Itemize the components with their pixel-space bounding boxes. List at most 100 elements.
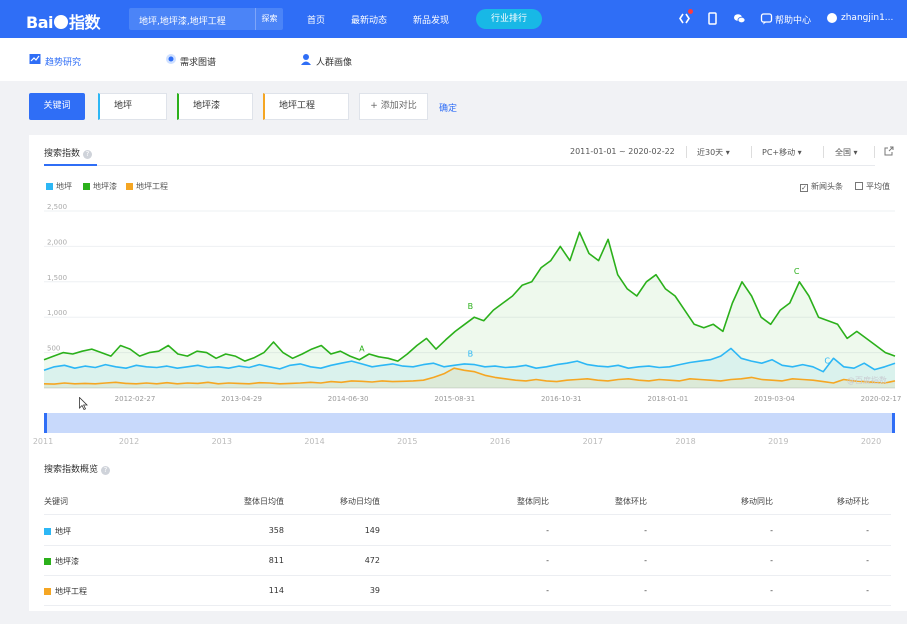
slider-year-label: 2011	[33, 437, 53, 445]
col-mobile-mom: 移动环比	[837, 497, 869, 506]
industry-rank-button[interactable]: 行业排行	[476, 9, 542, 29]
tab-demand-graph[interactable]: 需求图谱	[180, 55, 216, 68]
table-cell: -	[770, 556, 773, 565]
add-compare-button[interactable]: + 添加对比	[359, 93, 428, 120]
top-bar: Bai 指数 地坪,地坪漆,地坪工程 探索 首页 最新动态 新品发现 行业排行 帮…	[0, 0, 907, 38]
demand-graph-icon	[166, 54, 176, 64]
mouse-cursor-icon	[79, 397, 88, 410]
trend-icon	[29, 54, 41, 64]
x-tick-label: 2012-02-27	[115, 395, 156, 403]
mobile-icon[interactable]	[706, 12, 719, 25]
slider-year-label: 2016	[490, 437, 510, 445]
table-cell: -	[866, 526, 869, 535]
col-mobile-yoy: 移动同比	[741, 497, 773, 506]
slider-year-label: 2017	[583, 437, 603, 445]
search-input[interactable]: 地坪,地坪漆,地坪工程	[139, 14, 226, 27]
keyword-box-2[interactable]: 地坪漆	[177, 93, 253, 120]
help-icon[interactable]	[760, 12, 773, 25]
slider-year-label: 2018	[675, 437, 695, 445]
table-cell: 114	[268, 586, 284, 595]
table-cell: -	[770, 526, 773, 535]
slider-year-label: 2012	[119, 437, 139, 445]
table-cell: -	[546, 526, 549, 535]
nav-home[interactable]: 首页	[307, 13, 325, 26]
divider	[44, 545, 891, 546]
x-tick-label: 2015-08-31	[434, 395, 475, 403]
question-icon[interactable]: ?	[101, 466, 111, 475]
confirm-link[interactable]: 确定	[439, 101, 457, 114]
x-tick-label: 2019-03-04	[754, 395, 795, 403]
divider	[44, 514, 891, 515]
table-cell: -	[866, 586, 869, 595]
table-cell: 472	[364, 556, 380, 565]
nav-news[interactable]: 最新动态	[351, 13, 387, 26]
table-row-keyword: 地坪	[44, 526, 71, 537]
keyword-swatch	[44, 588, 51, 595]
tab-trend-research[interactable]: 趋势研究	[45, 55, 81, 68]
slider-year-label: 2014	[304, 437, 324, 445]
table-cell: -	[546, 556, 549, 565]
logo-text-index: 指数	[68, 13, 101, 32]
table-cell: -	[644, 556, 647, 565]
y-tick-label: 1,000	[47, 309, 67, 317]
table-row-keyword: 地坪漆	[44, 556, 79, 567]
range-slider-track	[44, 413, 895, 433]
table-cell: -	[546, 586, 549, 595]
table-cell: -	[866, 556, 869, 565]
keyword-label-button[interactable]: 关键词	[29, 93, 85, 120]
search-box[interactable]: 地坪,地坪漆,地坪工程 探索	[129, 8, 283, 30]
x-tick-label: 2014-06-30	[328, 395, 369, 403]
y-tick-label: 500	[47, 345, 60, 353]
col-keyword: 关键词	[44, 497, 68, 506]
search-button[interactable]: 探索	[255, 8, 283, 30]
wechat-icon[interactable]	[733, 12, 746, 25]
keyword-name: 地坪工程	[55, 587, 87, 596]
range-handle-right	[892, 413, 895, 433]
keyword-name: 地坪漆	[55, 557, 79, 566]
notification-dot	[688, 9, 693, 14]
overview-title-text: 搜索指数概览	[44, 465, 99, 475]
table-cell: -	[644, 526, 647, 535]
username[interactable]: zhangjin1...	[841, 13, 893, 23]
range-handle-left	[44, 413, 47, 433]
trend-chart: 2,500 2,000 1,500 1,000 500 A B B C C 2012-02-27 20…	[33, 203, 902, 445]
col-overall-yoy: 整体同比	[517, 497, 549, 506]
table-cell: 149	[364, 526, 380, 535]
keyword-swatch	[44, 558, 51, 565]
x-tick-label: 2013-04-29	[221, 395, 262, 403]
rank-label: 行业排行	[490, 14, 527, 24]
annotation-label: C	[824, 357, 830, 366]
annotation-label: B	[468, 302, 474, 311]
y-tick-label: 1,500	[47, 274, 67, 282]
baidu-index-logo[interactable]: Bai 指数	[26, 9, 101, 33]
user-profile-icon	[301, 54, 311, 65]
paw-icon	[53, 15, 68, 29]
table-cell: -	[644, 586, 647, 595]
keyword-box-1[interactable]: 地坪	[98, 93, 167, 120]
x-tick-label: 2020-02-17	[861, 395, 902, 403]
divider	[44, 605, 891, 606]
logo-text-bai: Bai	[26, 13, 53, 32]
slider-year-label: 2019	[768, 437, 788, 445]
tab-crowd-profile[interactable]: 人群画像	[316, 55, 352, 68]
x-tick-label: 2018-01-01	[648, 395, 689, 403]
col-overall-avg: 整体日均值	[244, 497, 284, 506]
keyword-text: 地坪漆	[193, 101, 221, 111]
nav-new-products[interactable]: 新品发现	[413, 13, 449, 26]
annotation-label: A	[359, 345, 365, 354]
keyword-text: 地坪	[114, 101, 133, 111]
table-cell: -	[770, 586, 773, 595]
table-cell: 39	[369, 586, 380, 595]
keyword-swatch	[44, 528, 51, 535]
annotation-label: B	[468, 350, 474, 359]
slider-year-label: 2013	[212, 437, 232, 445]
keyword-box-3[interactable]: 地坪工程	[263, 93, 349, 120]
keyword-name: 地坪	[55, 527, 71, 536]
table-cell: 811	[268, 556, 284, 565]
help-center-link[interactable]: 帮助中心	[775, 13, 811, 26]
overview-title: 搜索指数概览?	[44, 462, 111, 475]
avatar[interactable]	[827, 13, 837, 23]
annotation-label: C	[794, 267, 800, 276]
table-row-keyword: 地坪工程	[44, 586, 87, 597]
y-tick-label: 2,500	[47, 203, 67, 211]
